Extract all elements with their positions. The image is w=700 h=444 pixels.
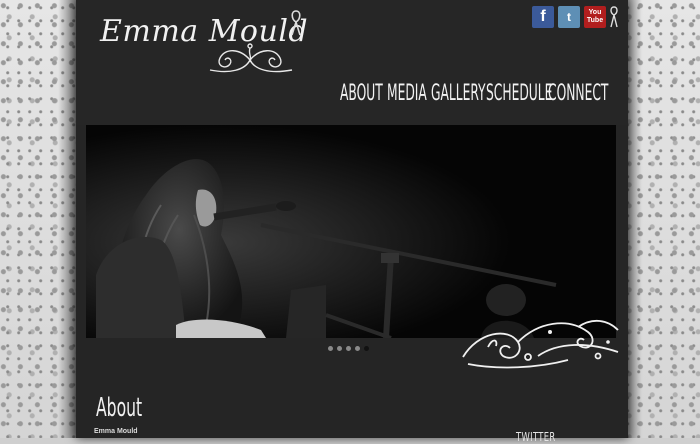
slider-dot[interactable] xyxy=(337,346,342,351)
social-links: f t You Tube xyxy=(532,6,618,28)
site-header: Emma Mould f t You Tube ABOUT MEDIA GALL… xyxy=(76,0,628,125)
hero-photo xyxy=(86,125,616,338)
facebook-icon[interactable]: f xyxy=(532,6,554,28)
facebook-glyph: f xyxy=(540,8,546,25)
slider-dot[interactable] xyxy=(328,346,333,351)
nav-schedule[interactable]: SCHEDULE xyxy=(486,80,552,108)
nav-about[interactable]: ABOUT xyxy=(340,80,383,108)
nav-media[interactable]: MEDIA xyxy=(387,80,427,108)
corner-flourish-icon xyxy=(462,320,619,369)
nav-connect[interactable]: CONNECT xyxy=(548,80,608,108)
grunge-background-left xyxy=(0,0,80,438)
slider-dot[interactable] xyxy=(346,346,351,351)
nav-gallery[interactable]: GALLERY xyxy=(431,80,485,108)
slider-dot-active[interactable] xyxy=(364,346,369,351)
about-subtitle: Emma Mould xyxy=(94,428,138,435)
grunge-background-right xyxy=(620,0,700,438)
main-nav: ABOUT MEDIA GALLERY SCHEDULE CONNECT xyxy=(340,80,610,110)
page-container: Emma Mould f t You Tube ABOUT MEDIA GALL… xyxy=(76,0,628,444)
twitter-glyph: t xyxy=(567,10,571,24)
awareness-ribbon-icon[interactable] xyxy=(610,6,618,28)
youtube-glyph-top: You xyxy=(588,9,602,16)
logo-flourish-icon xyxy=(209,43,293,73)
about-heading: About xyxy=(96,393,143,423)
slider-dot[interactable] xyxy=(355,346,360,351)
youtube-icon[interactable]: You Tube xyxy=(584,6,606,28)
slider-dots xyxy=(328,346,369,351)
twitter-icon[interactable]: t xyxy=(558,6,580,28)
hero-slider[interactable] xyxy=(86,125,616,338)
twitter-heading: TWITTER xyxy=(516,430,556,444)
site-logo[interactable]: Emma Mould xyxy=(100,10,310,80)
logo-ribbon-icon xyxy=(291,10,301,36)
youtube-glyph-bottom: Tube xyxy=(586,17,604,24)
